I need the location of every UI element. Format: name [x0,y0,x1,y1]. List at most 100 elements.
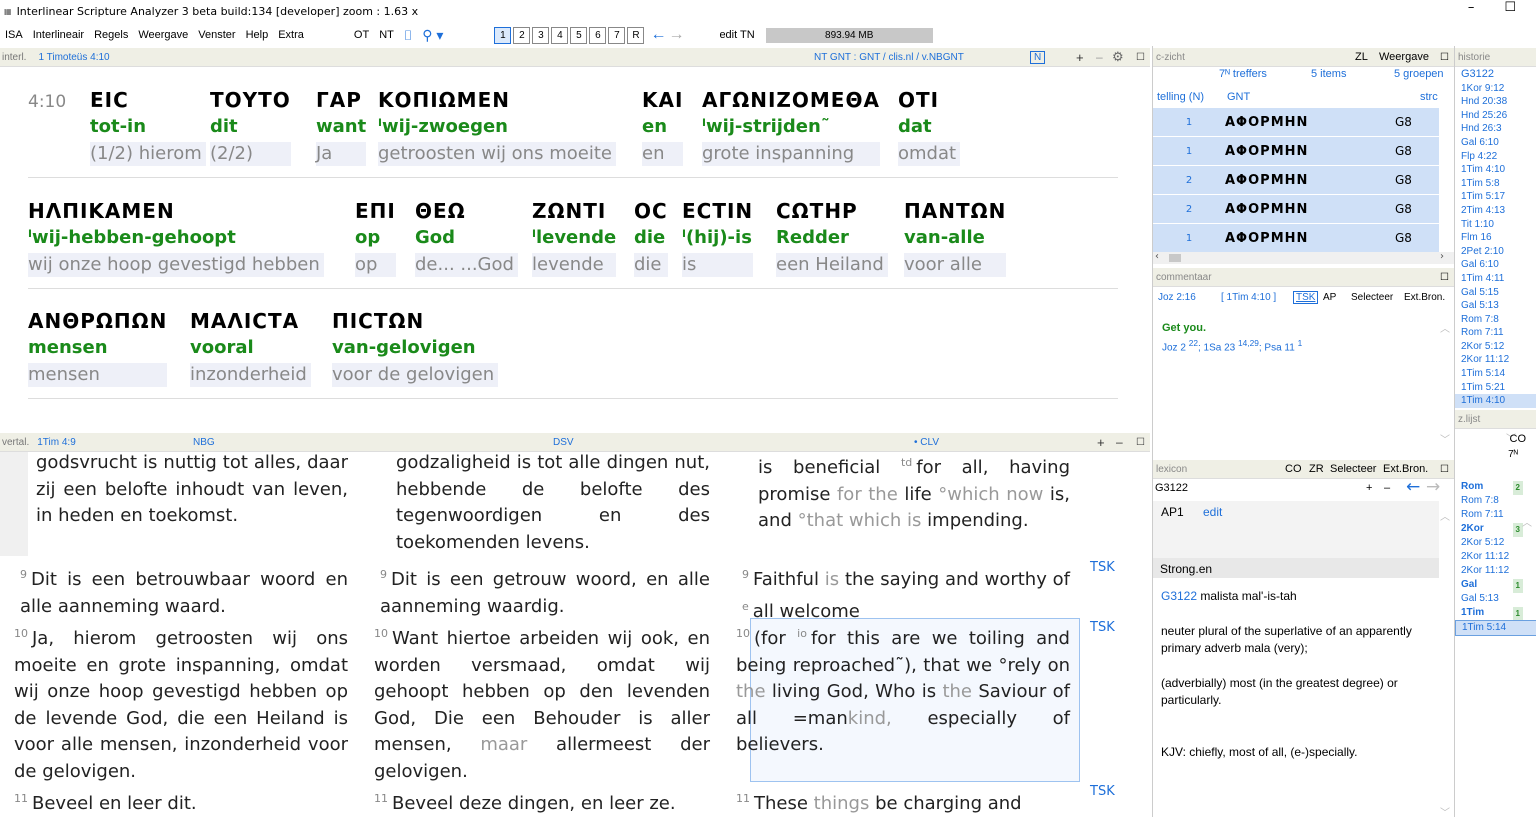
word-block[interactable]: ΗΛΠΙΚΑΜΕΝ ˡwij-hebben-gehoopt wij onze hoo… [28,199,324,277]
table-row[interactable]: 2 ΑΦΟΡΜΗΝ G8 [1153,195,1439,224]
lexicon-input[interactable]: G3122 [1155,482,1188,494]
lexicon-plus[interactable]: + [1366,482,1372,494]
czicht-hscrollbar[interactable]: ‹ › [1153,251,1454,264]
col-str[interactable]: strc [1420,91,1438,103]
page-button-6[interactable]: 6 [589,26,607,44]
word-block[interactable]: ΑΝΘΡΩΠΩΝ mensen mensen [28,309,168,387]
vertal-minus[interactable]: – [1116,435,1123,449]
history-item[interactable]: Rom 7:11 [1455,326,1536,340]
history-item[interactable]: 1Kor 9:12 [1455,82,1536,96]
maximize-button[interactable]: ☐ [1504,0,1516,15]
lexicon-minus[interactable]: – [1384,482,1390,494]
word-block[interactable]: ΜΑΛΙϹΤΑ vooral inzonderheid [190,309,311,387]
zl-button[interactable]: ZL [1355,51,1368,63]
word-block[interactable]: ΓΑΡ want Ja [316,88,367,166]
history-item[interactable]: Flm 16 [1455,231,1536,245]
zlist-item[interactable]: 2Kor 11:12 [1455,564,1536,578]
history-item[interactable]: 1Tim 4:11 [1455,272,1536,286]
word-block[interactable]: ΤΟΥΤΟ dit (2/2) [210,88,291,166]
history-item[interactable]: 1Tim 5:21 [1455,381,1536,395]
word-block[interactable]: ΘΕΩ God de... ...God [415,199,518,277]
word-block[interactable]: ΠΙϹΤΩΝ van-gelovigen voor de gelovigen [332,309,499,387]
tsk-tab[interactable]: TSK [1293,291,1319,304]
page-button-2[interactable]: 2 [513,26,531,44]
zr-button[interactable]: ZR [1309,463,1324,475]
page-button-7[interactable]: 7 [608,26,626,44]
table-row[interactable]: 1 ΑΦΟΡΜΗΝ G8 [1153,224,1439,253]
page-button-3[interactable]: 3 [532,26,550,44]
weergave-button[interactable]: Weergave [1379,51,1429,63]
word-block[interactable]: ΚΟΠΙΩΜΕΝ ˡwij-zwoegen getroosten wij ons m… [378,88,616,166]
page-button-4[interactable]: 4 [551,26,569,44]
forward-arrow-icon[interactable]: → [668,26,684,44]
col-clv[interactable]: • CLV [914,437,939,448]
zlist-item-selected[interactable]: 1Tim 5:14 [1455,620,1536,636]
zlist-item[interactable]: Rom 7:8 [1455,494,1536,508]
commentaar-refs[interactable]: Joz 2 22; 1Sa 23 14,29; Psa 11 1 [1162,338,1302,353]
back-arrow-icon[interactable]: ← [1406,477,1420,497]
zlist-item[interactable]: Gal 1 [1455,578,1536,593]
page-button-r[interactable]: R [627,26,645,44]
bookmark-icon[interactable]: ⌷ [399,27,417,44]
menu-regels[interactable]: Regels [89,29,133,41]
chevron-up-icon[interactable]: ︿ [1522,514,1532,529]
tsk-link[interactable]: TSK [1090,784,1115,799]
co-button[interactable]: CO [1285,463,1302,475]
interl-minus[interactable]: – [1096,50,1103,64]
table-row[interactable]: 2 ΑΦΟΡΜΗΝ G8 [1153,166,1439,195]
history-item[interactable]: Tit 1:10 [1455,218,1536,232]
nt-button[interactable]: NT [374,29,399,41]
history-item[interactable]: Gal 5:13 [1455,299,1536,313]
maximize-pane-icon[interactable]: ☐ [1440,52,1449,63]
strong-id[interactable]: G3122 [1161,589,1197,603]
history-item[interactable]: G3122 [1455,68,1536,82]
ot-button[interactable]: OT [349,29,374,41]
word-block[interactable]: ΚΑΙ en en [642,88,684,166]
search-icon[interactable]: ⚲ ▾ [417,27,448,44]
history-item[interactable]: Hnd 26:3 [1455,122,1536,136]
vertal-plus[interactable]: + [1097,435,1105,450]
zlist-item[interactable]: 1Tim 1 [1455,606,1536,621]
history-item[interactable]: 1Tim 5:17 [1455,190,1536,204]
history-item[interactable]: Hnd 25:26 [1455,109,1536,123]
word-block[interactable]: ΟϹ die die [634,199,668,277]
extbron-button[interactable]: Ext.Bron. [1404,292,1445,303]
page-button-1[interactable]: 1 [494,26,512,44]
ap-tab[interactable]: AP [1323,292,1336,303]
back-arrow-icon[interactable]: ← [650,26,666,44]
word-block[interactable]: ΖΩΝΤΙ ˡlevende levende [532,199,617,277]
extbron-button[interactable]: Ext.Bron. [1383,463,1428,475]
history-item[interactable]: Gal 6:10 [1455,258,1536,272]
history-item[interactable]: Flp 4:22 [1455,150,1536,164]
zlist-item[interactable]: 2Kor 11:12 [1455,550,1536,564]
gear-icon[interactable]: ⚙ [1112,49,1124,65]
col-dsv[interactable]: DSV [553,437,574,448]
history-item[interactable]: Gal 6:10 [1455,136,1536,150]
n-button[interactable]: N [1030,50,1046,64]
menu-help[interactable]: Help [241,29,274,41]
edit-tn-button[interactable]: edit TN [714,29,759,41]
interl-sources[interactable]: NT GNT : GNT / clis.nl / v.NBGNT [814,52,964,63]
vertal-ref[interactable]: 1Tim 4:9 [37,437,76,448]
table-row[interactable]: 1 ΑΦΟΡΜΗΝ G8 [1153,137,1439,166]
col-gnt[interactable]: GNT [1227,91,1250,103]
history-item[interactable]: Hnd 20:38 [1455,95,1536,109]
menu-weergave[interactable]: Weergave [133,29,193,41]
history-item[interactable]: 2Tim 4:13 [1455,204,1536,218]
col-nbg[interactable]: NBG [193,437,215,448]
chevron-up-icon[interactable]: ︿ [1440,320,1450,335]
minimize-button[interactable]: – [1468,0,1475,15]
word-block[interactable]: ΕϹΤΙΝ ˡ(hij)-is is [682,199,754,277]
history-item[interactable]: 2Kor 5:12 [1455,340,1536,354]
history-item[interactable]: 2Kor 11:12 [1455,353,1536,367]
maximize-pane-icon[interactable]: ☐ [1440,464,1449,475]
page-button-5[interactable]: 5 [570,26,588,44]
interl-plus[interactable]: + [1076,50,1084,65]
commentaar-ref2[interactable]: [ 1Tim 4:10 ] [1221,292,1276,303]
history-item[interactable]: Rom 7:8 [1455,313,1536,327]
word-block[interactable]: ΠΑΝΤΩΝ van-alle voor alle [904,199,1007,277]
commentaar-ref[interactable]: Joz 2:16 [1158,292,1196,303]
menu-venster[interactable]: Venster [193,29,240,41]
selecteer-button[interactable]: Selecteer [1330,463,1376,475]
zlist-item[interactable]: 2Kor 5:12 [1455,536,1536,550]
